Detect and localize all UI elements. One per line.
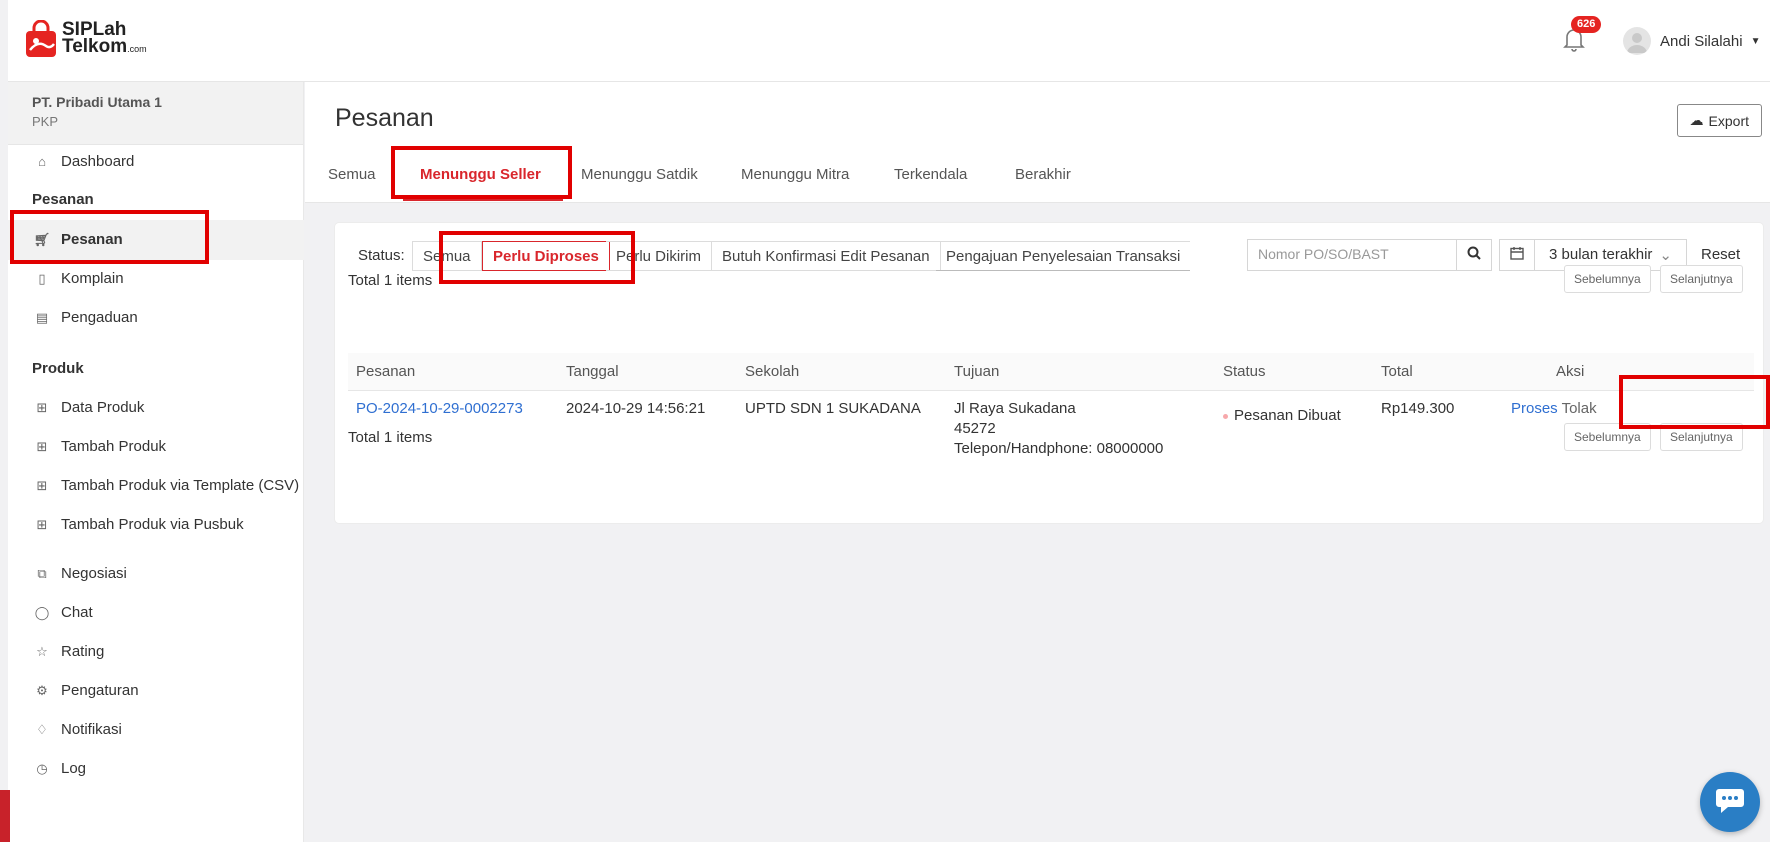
bell-icon: ♢ — [36, 721, 48, 737]
tab-berakhir[interactable]: Berakhir — [1015, 166, 1071, 183]
destination-address: Jl Raya Sukadana — [954, 400, 1076, 417]
proses-button[interactable]: Proses — [1511, 400, 1558, 417]
shopping-bag-icon — [24, 19, 58, 58]
report-icon: ▤ — [35, 309, 49, 325]
caret-down-icon: ▼ — [1750, 35, 1761, 47]
sidebar-item-negosiasi[interactable]: ⧉ Negosiasi — [32, 565, 127, 582]
annotation-box-aksi — [1619, 375, 1770, 429]
status-segment-butuh-konfirmasi[interactable]: Butuh Konfirmasi Edit Pesanan — [712, 241, 941, 271]
tab-terkendala[interactable]: Terkendala — [894, 166, 967, 183]
order-total: Rp149.300 — [1381, 400, 1455, 417]
column-status: Status — [1223, 363, 1266, 380]
chat-support-button[interactable] — [1700, 772, 1760, 832]
chat-icon: ◯ — [34, 604, 50, 620]
search-button[interactable] — [1456, 239, 1492, 271]
order-number-link[interactable]: PO-2024-10-29-0002273 — [356, 399, 523, 419]
sidebar-item-dashboard[interactable]: ⌂ Dashboard — [32, 153, 134, 170]
siplah-logo[interactable]: SIPLah Telkom.com — [24, 20, 147, 58]
prev-page-button-top[interactable]: Sebelumnya — [1564, 265, 1651, 293]
star-icon: ☆ — [36, 643, 48, 659]
destination-postcode: 45272 — [954, 420, 996, 437]
tab-menunggu-mitra[interactable]: Menunggu Mitra — [741, 166, 849, 183]
total-items-top: Total 1 items — [348, 272, 433, 289]
grid-icon: ⊞ — [36, 399, 48, 415]
order-destination: Jl Raya Sukadana 45272 Telepon/Handphone… — [954, 399, 1163, 459]
sidebar-item-log[interactable]: ◷ Log — [32, 760, 86, 777]
company-name: PT. Pribadi Utama 1 — [32, 94, 162, 110]
sidebar-item-pengaturan[interactable]: ⚙ Pengaturan — [32, 682, 138, 699]
sidebar-item-tambah-produk-pusbuk[interactable]: ⊞ Tambah Produk via Pusbuk — [32, 516, 244, 533]
grid-plus-icon: ⊞ — [36, 516, 48, 532]
sidebar-item-notifikasi[interactable]: ♢ Notifikasi — [32, 721, 122, 738]
notification-count-badge: 626 — [1571, 16, 1602, 33]
sidebar-item-rating[interactable]: ☆ Rating — [32, 643, 104, 660]
column-tujuan: Tujuan — [954, 363, 1000, 380]
reset-button[interactable]: Reset — [1701, 246, 1740, 263]
top-header: SIPLah Telkom.com 626 Andi Silalahi ▼ — [8, 0, 1770, 82]
sidebar-item-chat[interactable]: ◯ Chat — [32, 604, 93, 621]
status-segment-pengajuan-penyelesaian[interactable]: Pengajuan Penyelesaian Transaksi — [936, 241, 1191, 271]
user-menu[interactable]: Andi Silalahi ▼ — [1623, 27, 1760, 55]
order-status: Pesanan Dibuat — [1223, 406, 1341, 426]
grid-plus-icon: ⊞ — [36, 438, 48, 454]
user-name: Andi Silalahi — [1660, 32, 1743, 50]
clock-icon: ◷ — [36, 760, 48, 776]
sidebar-item-tambah-produk-csv[interactable]: ⊞ Tambah Produk via Template (CSV) — [32, 477, 300, 494]
order-date: 2024-10-29 14:56:21 — [566, 400, 706, 417]
search-icon — [1467, 246, 1481, 264]
order-school: UPTD SDN 1 SUKADANA — [745, 400, 921, 417]
column-aksi: Aksi — [1556, 363, 1585, 380]
annotation-box-tab-menunggu-seller — [391, 146, 572, 199]
sidebar-item-pengaduan[interactable]: ▤ Pengaduan — [32, 309, 138, 326]
brand-suffix: .com — [127, 43, 147, 54]
sidebar-item-tambah-produk[interactable]: ⊞ Tambah Produk — [32, 438, 167, 455]
sidebar: PT. Pribadi Utama 1 PKP ⌂ Dashboard Pesa… — [8, 82, 304, 842]
column-total: Total — [1381, 363, 1413, 380]
search-input[interactable]: Nomor PO/SO/BAST — [1247, 239, 1457, 271]
gear-icon: ⚙ — [36, 682, 48, 698]
brand-line-2: Telkom — [62, 35, 128, 57]
order-actions: Proses Tolak — [1511, 399, 1597, 419]
tab-semua[interactable]: Semua — [328, 166, 376, 183]
export-button[interactable]: ☁ Export — [1676, 104, 1762, 137]
chat-bubble-icon — [1715, 786, 1745, 818]
calendar-button[interactable] — [1499, 239, 1535, 271]
cloud-download-icon: ☁ — [1689, 112, 1704, 128]
sidebar-item-data-produk[interactable]: ⊞ Data Produk — [32, 399, 145, 416]
table-header: Pesanan Tanggal Sekolah Tujuan Status To… — [348, 353, 1754, 391]
company-type: PKP — [32, 114, 59, 129]
avatar — [1623, 27, 1651, 55]
sidebar-section-pesanan: Pesanan — [32, 191, 94, 208]
sidebar-item-komplain[interactable]: ▯ Komplain — [32, 270, 123, 287]
home-icon: ⌂ — [38, 154, 46, 169]
tolak-button[interactable]: Tolak — [1562, 400, 1597, 417]
destination-phone: Telepon/Handphone: 08000000 — [954, 440, 1164, 457]
sidebar-section-produk: Produk — [32, 360, 84, 377]
column-tanggal: Tanggal — [566, 363, 619, 380]
next-page-button-top[interactable]: Selanjutnya — [1660, 265, 1743, 293]
copy-icon: ⧉ — [37, 565, 47, 581]
grid-plus-icon: ⊞ — [36, 477, 48, 493]
total-items-bottom: Total 1 items — [348, 429, 433, 446]
company-info: PT. Pribadi Utama 1 PKP — [8, 82, 303, 145]
annotation-box-sidebar-pesanan — [10, 210, 209, 264]
page-title: Pesanan — [335, 104, 434, 132]
annotation-box-perlu-diproses — [439, 231, 635, 284]
decorative-corner — [0, 790, 10, 842]
status-dot-icon — [1223, 413, 1228, 419]
column-pesanan: Pesanan — [356, 363, 416, 380]
document-icon: ▯ — [38, 270, 46, 286]
chevron-down-icon: ⌄ — [1659, 247, 1672, 264]
calendar-icon — [1510, 246, 1524, 264]
status-filter-label: Status: — [358, 247, 405, 264]
column-sekolah: Sekolah — [745, 363, 800, 380]
tab-menunggu-satdik[interactable]: Menunggu Satdik — [581, 166, 698, 183]
